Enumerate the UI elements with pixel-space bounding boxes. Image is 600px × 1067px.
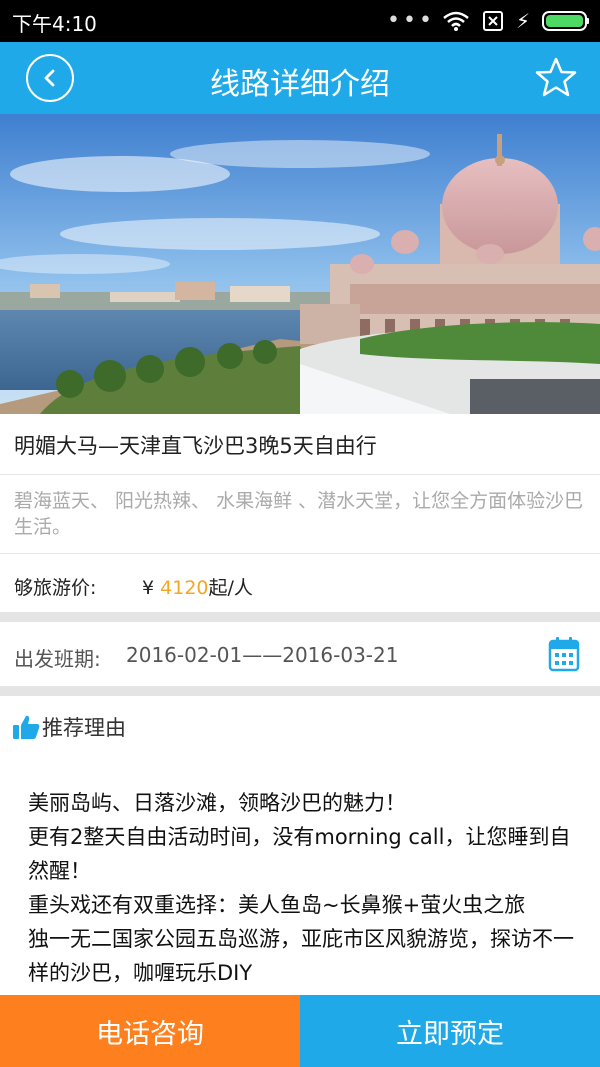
bottom-action-bar: 电话咨询 立即预定 <box>0 995 600 1067</box>
route-description: 碧海蓝天、 阳光热辣、 水果海鲜 、潜水天堂，让您全方面体验沙巴生活。 <box>14 490 584 538</box>
star-outline-icon <box>535 57 577 97</box>
status-icons: • • • ⚡ <box>387 8 590 34</box>
section-separator <box>0 686 600 696</box>
departure-range: 2016-02-01——2016-03-21 <box>126 643 399 667</box>
page-title: 线路详细介绍 <box>210 67 390 102</box>
calendar-icon[interactable] <box>548 636 580 672</box>
route-title: 明媚大马—天津直飞沙巴3晚5天自由行 <box>14 434 377 458</box>
hero-image <box>0 114 600 414</box>
more-dots-icon: • • • <box>387 8 432 33</box>
call-button[interactable]: 电话咨询 <box>0 995 300 1067</box>
recommend-title: 推荐理由 <box>42 716 126 740</box>
recommend-line: 独一无二国家公园五岛巡游，亚庇市区风貌游览，探访不一样的沙巴，咖喱玩乐DIY <box>28 927 574 985</box>
price-value: 4120 <box>160 577 209 599</box>
recommend-header: 推荐理由 <box>12 712 126 742</box>
section-separator <box>0 612 600 622</box>
status-bar: 下午4:10 • • • ⚡ <box>0 0 600 42</box>
price: ¥ 4120起/人 <box>142 573 253 600</box>
price-unit: 起/人 <box>208 577 253 599</box>
battery-icon <box>542 11 589 31</box>
recommend-body: 美丽岛屿、日落沙滩，领略沙巴的魅力！ 更有2整天自由活动时间，没有morning… <box>28 786 576 990</box>
thumbs-up-icon <box>13 715 40 739</box>
recommend-line: 美丽岛屿、日落沙滩，领略沙巴的魅力！ <box>28 791 406 815</box>
no-sim-icon <box>482 11 503 31</box>
charging-icon: ⚡ <box>515 9 530 33</box>
departure-label: 出发班期: <box>14 647 101 671</box>
nav-bar: 线路详细介绍 <box>0 42 600 114</box>
divider <box>0 474 600 475</box>
putra-mosque-photo <box>0 114 600 414</box>
price-label: 够旅游价: <box>14 577 97 599</box>
wifi-icon <box>443 11 469 31</box>
favorite-button[interactable] <box>532 54 580 102</box>
price-currency: ¥ <box>142 577 155 599</box>
status-time: 下午4:10 <box>12 12 97 36</box>
divider <box>0 553 600 554</box>
recommend-line: 更有2整天自由活动时间，没有morning call，让您睡到自然醒！ <box>28 825 571 883</box>
book-now-button[interactable]: 立即预定 <box>300 995 600 1067</box>
recommend-line: 重头戏还有双重选择：美人鱼岛~长鼻猴+萤火虫之旅 <box>28 893 526 917</box>
